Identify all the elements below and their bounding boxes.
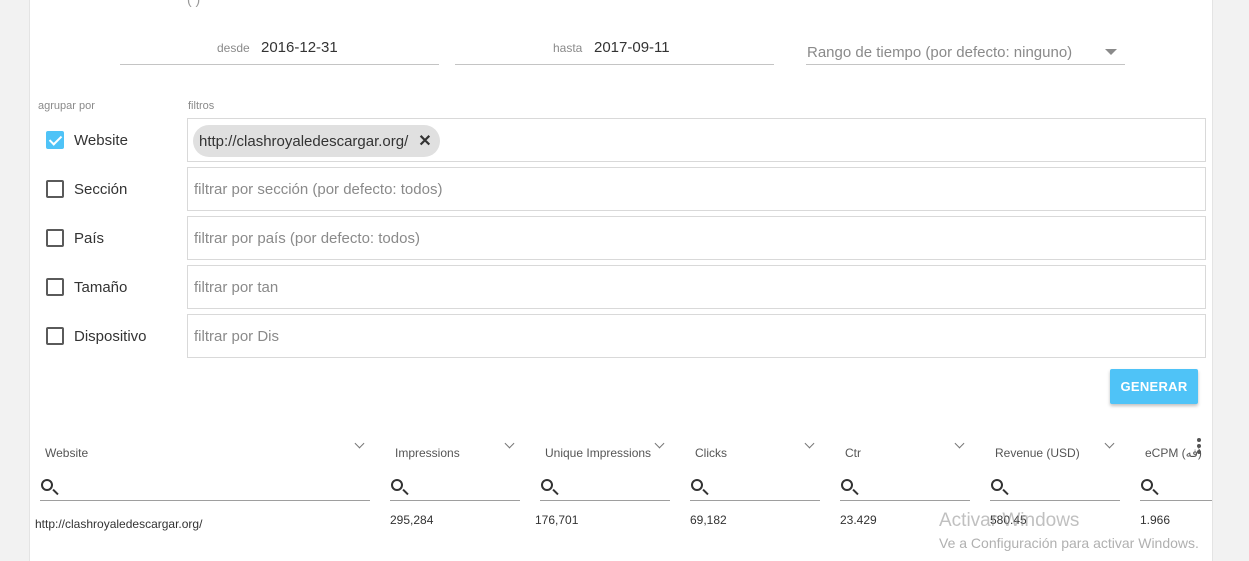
clicks-column-search[interactable] (690, 476, 820, 501)
checkbox-box[interactable] (46, 278, 64, 296)
filters-label: filtros (188, 100, 215, 112)
cut-off-header-text: ( ) (187, 0, 200, 7)
cell-website: http://clashroyaledescargar.org/ (35, 517, 203, 531)
cell-ecpm: 1.966 (1140, 513, 1171, 527)
search-icon (991, 479, 1003, 491)
search-icon (841, 479, 853, 491)
column-header-ctr[interactable]: Ctr (845, 446, 861, 460)
column-header-clicks[interactable]: Clicks (695, 446, 727, 460)
unique-impressions-column-search[interactable] (540, 476, 670, 501)
device-filter-placeholder: filtrar por Dis (194, 328, 280, 345)
column-header-website[interactable]: Website (45, 446, 88, 460)
to-date-label: hasta (553, 41, 583, 55)
website-chip-label: http://clashroyaledescargar.org/ (199, 132, 409, 150)
country-filter-input[interactable]: filtrar por país (por defecto: todos) (187, 216, 1206, 260)
group-size-checkbox[interactable]: Tamaño (46, 276, 127, 298)
group-section-label: Sección (74, 180, 128, 198)
from-date-field[interactable]: desde 2016-12-31 (120, 30, 439, 65)
column-header-unique-impressions[interactable]: Unique Impressions (545, 446, 651, 460)
time-range-select[interactable]: Rango de tiempo (por defecto: ninguno) (806, 40, 1125, 65)
group-device-label: Dispositivo (74, 327, 147, 345)
to-date-value: 2017-09-11 (594, 39, 670, 56)
size-filter-input[interactable]: filtrar por tan (187, 265, 1206, 309)
chevron-down-icon[interactable] (954, 438, 965, 449)
column-header-revenue[interactable]: Revenue (USD) (995, 446, 1080, 460)
chevron-down-icon[interactable] (804, 438, 815, 449)
website-column-search[interactable] (40, 476, 370, 501)
group-website-checkbox[interactable]: Website (46, 129, 128, 151)
search-icon (391, 479, 403, 491)
group-country-label: País (74, 229, 105, 247)
chevron-down-icon[interactable] (1104, 438, 1115, 449)
search-icon (541, 479, 553, 491)
device-filter-input[interactable]: filtrar por Dis (187, 314, 1206, 358)
cell-ctr: 23.429 (840, 513, 877, 527)
impressions-column-search[interactable] (390, 476, 520, 501)
from-date-label: desde (217, 41, 250, 55)
report-card: ( ) desde 2016-12-31 hasta 2017-09-11 Ra… (29, 0, 1213, 561)
ctr-column-search[interactable] (840, 476, 970, 501)
kebab-menu-icon[interactable] (1196, 438, 1202, 458)
cell-impressions: 295,284 (390, 513, 434, 527)
ecpm-column-search[interactable] (1140, 476, 1212, 501)
to-date-field[interactable]: hasta 2017-09-11 (455, 30, 774, 65)
check-icon[interactable] (46, 131, 64, 149)
checkbox-box[interactable] (46, 229, 64, 247)
group-by-label: agrupar por (38, 100, 95, 112)
column-header-impressions[interactable]: Impressions (395, 446, 460, 460)
chevron-down-icon[interactable] (504, 438, 515, 449)
from-date-value: 2016-12-31 (261, 39, 338, 56)
column-header-ecpm[interactable]: eCPM (فه) (1145, 446, 1202, 460)
section-filter-input[interactable]: filtrar por sección (por defecto: todos) (187, 167, 1206, 211)
size-filter-placeholder: filtrar por tan (194, 279, 279, 296)
close-icon[interactable]: ✕ (418, 131, 431, 151)
section-filter-placeholder: filtrar por sección (por defecto: todos) (194, 181, 443, 198)
search-icon (691, 479, 703, 491)
cell-clicks: 69,182 (690, 513, 727, 527)
group-size-label: Tamaño (74, 278, 128, 296)
group-section-checkbox[interactable]: Sección (46, 178, 127, 200)
group-website-label: Website (74, 131, 128, 149)
checkbox-box[interactable] (46, 327, 64, 345)
cell-unique-impressions: 176,701 (535, 513, 579, 527)
country-filter-placeholder: filtrar por país (por defecto: todos) (194, 230, 420, 247)
chevron-down-icon[interactable] (354, 438, 365, 449)
generate-button[interactable]: GENERAR (1110, 369, 1198, 404)
group-country-checkbox[interactable]: País (46, 227, 104, 249)
windows-activation-subtitle: Ve a Configuración para activar Windows. (939, 535, 1199, 551)
website-filter-input[interactable]: http://clashroyaledescargar.org/ ✕ (187, 118, 1206, 162)
group-device-checkbox[interactable]: Dispositivo (46, 325, 147, 347)
time-range-placeholder: Rango de tiempo (por defecto: ninguno) (807, 44, 1073, 61)
windows-activation-title: Activar Windows (939, 510, 1080, 531)
search-icon (41, 479, 53, 491)
search-icon (1141, 479, 1153, 491)
checkbox-box[interactable] (46, 180, 64, 198)
website-filter-chip: http://clashroyaledescargar.org/ ✕ (193, 125, 440, 157)
chevron-down-icon[interactable] (654, 438, 665, 449)
revenue-column-search[interactable] (990, 476, 1120, 501)
dropdown-caret-icon (1105, 49, 1117, 55)
